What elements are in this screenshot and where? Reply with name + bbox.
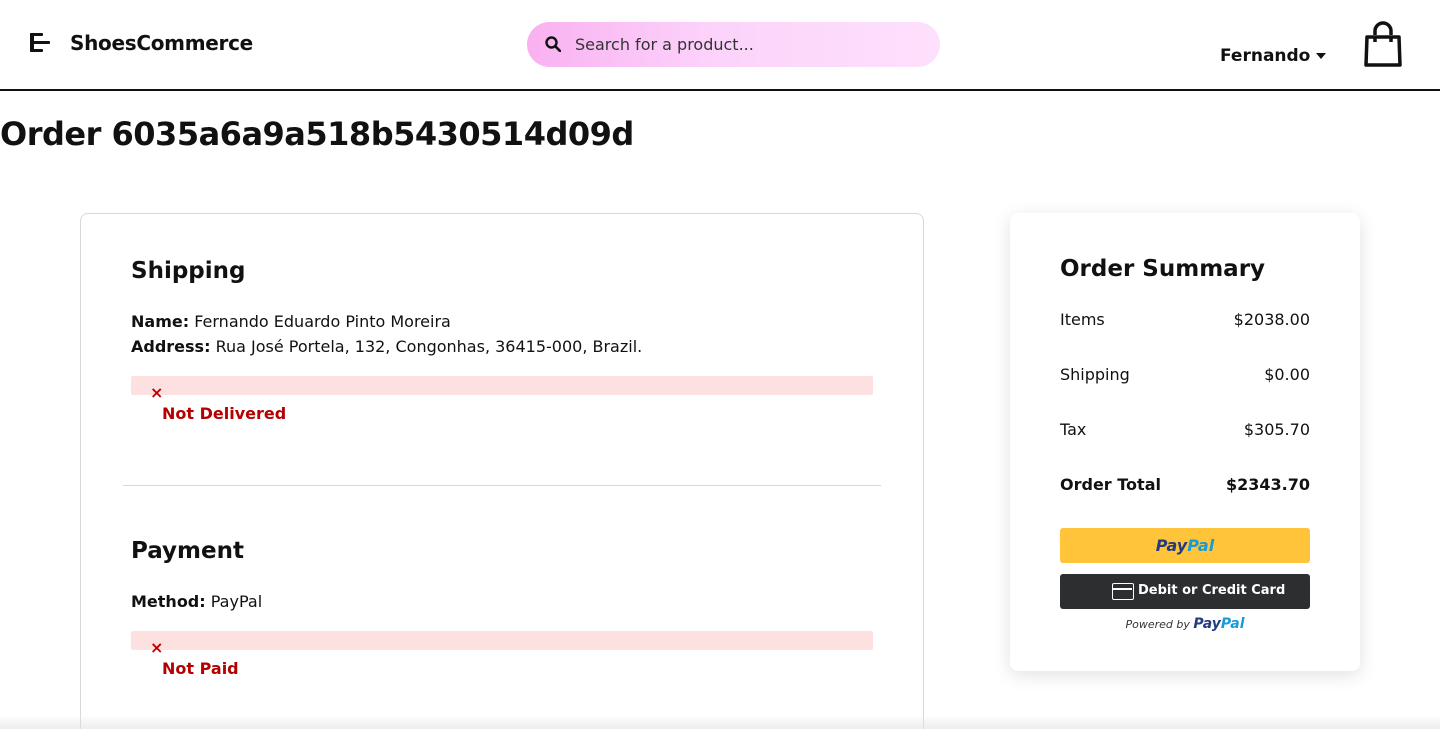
user-dropdown[interactable]: Fernando: [1220, 46, 1327, 66]
delivery-status: Not Delivered: [162, 404, 287, 423]
order-details-card: Shipping Name: Fernando Eduardo Pinto Mo…: [80, 213, 924, 729]
name-label: Name:: [131, 312, 190, 331]
bottom-shadow: [0, 715, 1440, 729]
summary-row-shipping: Shipping $0.00: [1060, 365, 1310, 387]
payment-title: Payment: [131, 538, 244, 564]
row-label: Shipping: [1060, 365, 1130, 384]
row-value: $0.00: [1264, 365, 1310, 384]
summary-row-tax: Tax $305.70: [1060, 420, 1310, 442]
chevron-down-icon: [1316, 53, 1327, 59]
summary-title: Order Summary: [1060, 256, 1266, 282]
user-name: Fernando: [1220, 46, 1311, 66]
address-label: Address:: [131, 337, 211, 356]
summary-row-total: Order Total $2343.70: [1060, 475, 1310, 497]
row-label: Tax: [1060, 420, 1087, 439]
method-label: Method:: [131, 592, 206, 611]
shopping-bag-icon[interactable]: [1362, 21, 1404, 69]
page-title: Order 6035a6a9a518b5430514d09d: [0, 115, 634, 153]
row-label: Items: [1060, 310, 1105, 329]
shipping-address: Address: Rua José Portela, 132, Congonha…: [131, 337, 642, 356]
section-divider: [123, 485, 881, 486]
shipping-name: Name: Fernando Eduardo Pinto Moreira: [131, 312, 451, 331]
close-icon: ×: [150, 383, 164, 402]
payment-status: Not Paid: [162, 659, 239, 678]
card-button-label: Debit or Credit Card: [1138, 583, 1286, 598]
debit-credit-card-button[interactable]: Debit or Credit Card: [1060, 574, 1310, 609]
summary-row-items: Items $2038.00: [1060, 310, 1310, 332]
method-value: PayPal: [210, 592, 263, 611]
row-value: $305.70: [1243, 420, 1310, 439]
order-summary-card: Order Summary Items $2038.00 Shipping $0…: [1010, 213, 1360, 671]
row-label: Order Total: [1060, 475, 1161, 494]
brand-logo[interactable]: ShoesCommerce: [70, 31, 253, 55]
search-icon[interactable]: [545, 36, 561, 52]
close-icon: ×: [150, 638, 164, 657]
paypal-button[interactable]: PayPal: [1060, 528, 1310, 563]
row-value: $2343.70: [1225, 475, 1310, 494]
delivery-alert: [131, 376, 873, 395]
menu-icon[interactable]: [30, 33, 52, 55]
credit-card-icon: [1112, 583, 1134, 600]
payment-alert: [131, 631, 873, 650]
row-value: $2038.00: [1233, 310, 1310, 329]
powered-by-text: Powered by: [1125, 618, 1190, 631]
search-input[interactable]: [575, 22, 925, 67]
search-bar: [527, 22, 940, 67]
address-value: Rua José Portela, 132, Congonhas, 36415-…: [215, 337, 643, 356]
powered-by-paypal: Powered by PayPal: [1060, 616, 1310, 632]
name-value: Fernando Eduardo Pinto Moreira: [194, 312, 451, 331]
payment-method: Method: PayPal: [131, 592, 262, 611]
paypal-logo: PayPal: [1155, 536, 1215, 555]
top-navbar: ShoesCommerce Fernando: [0, 0, 1440, 91]
shipping-title: Shipping: [131, 258, 246, 284]
paypal-logo: PayPal: [1193, 616, 1245, 632]
